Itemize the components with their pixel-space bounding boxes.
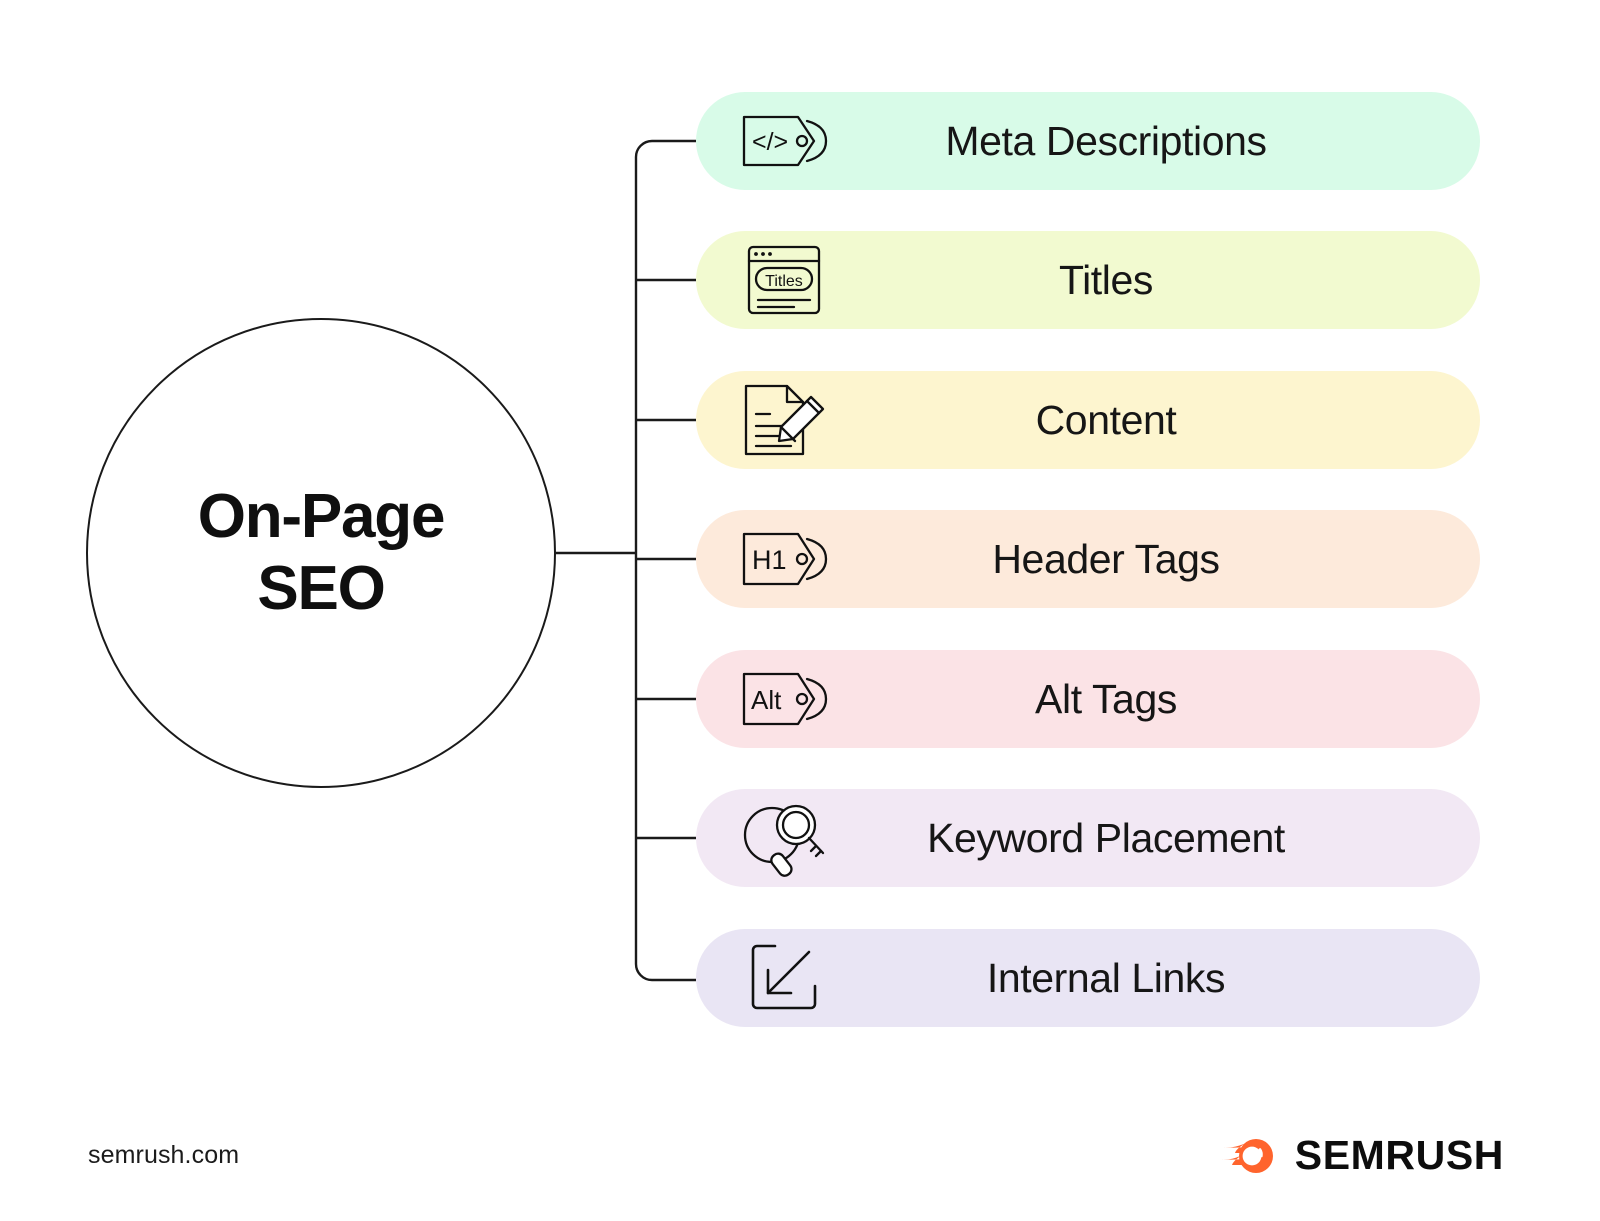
semrush-comet-logo (1218, 1134, 1279, 1178)
magnifier-key-icon (738, 802, 830, 877)
page-title: On-Page SEO (197, 482, 446, 623)
internal-link-arrow-icon (738, 942, 830, 1014)
branch-item-internal-links[interactable]: Internal Links (696, 929, 1480, 1027)
semrush-wordmark: SEMRUSH (1294, 1132, 1504, 1178)
central-node-on-page-seo: On-Page SEO (86, 318, 556, 788)
alt-tag-icon: Alt (738, 663, 830, 735)
semrush-brand: SEMRUSH (1218, 1132, 1504, 1179)
branch-item-titles[interactable]: Titles Titles (696, 231, 1480, 329)
alt-tag-icon-text: Alt (751, 685, 782, 715)
h1-tag-icon-text: H1 (752, 545, 787, 575)
browser-title-icon: Titles (738, 244, 830, 316)
branch-item-header-tags[interactable]: H1 Header Tags (696, 510, 1480, 608)
branch-item-meta-descriptions[interactable]: </> Meta Descriptions (696, 92, 1480, 190)
infographic-canvas: On-Page SEO </> Meta Descriptions Titles… (0, 0, 1600, 1221)
h1-tag-icon: H1 (738, 523, 830, 595)
browser-title-icon-text: Titles (765, 273, 803, 290)
svg-text:</>: </> (752, 128, 788, 156)
code-tag-icon: </> (738, 105, 830, 177)
branch-item-keyword-placement[interactable]: Keyword Placement (696, 789, 1480, 887)
branch-item-alt-tags[interactable]: Alt Alt Tags (696, 650, 1480, 748)
source-url: semrush.com (88, 1141, 240, 1169)
connector-spine (634, 139, 696, 982)
document-pencil-icon (738, 384, 830, 456)
branch-item-content[interactable]: Content (696, 371, 1480, 469)
